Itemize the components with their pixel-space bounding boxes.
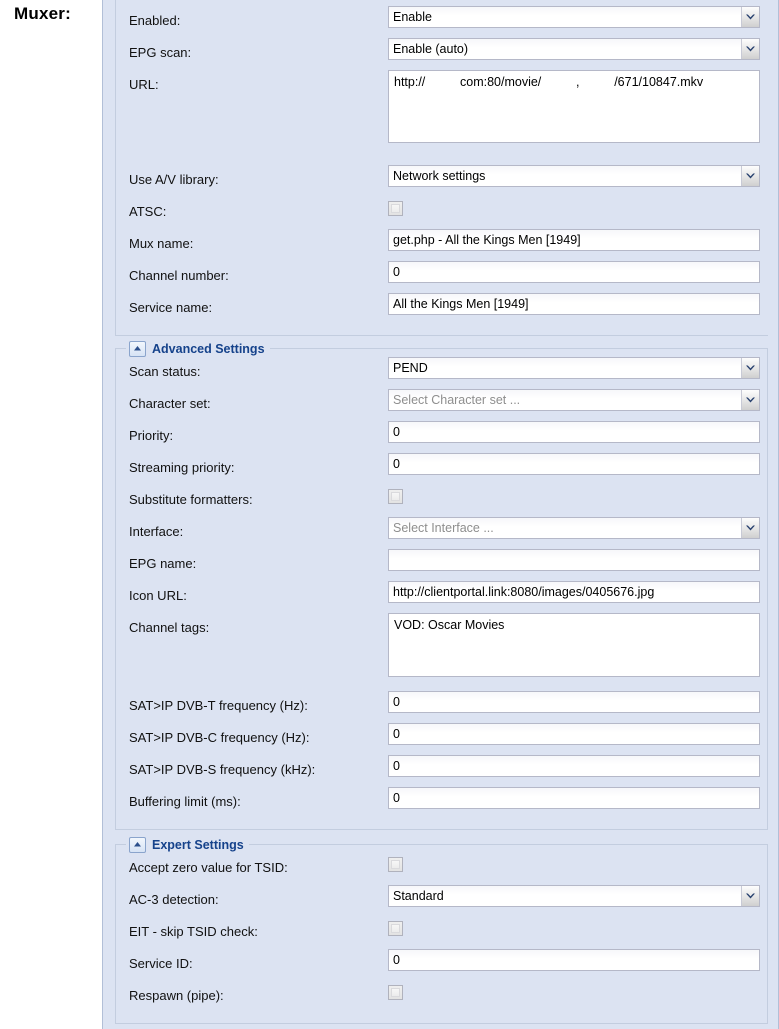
field-label: EIT - skip TSID check:	[129, 924, 258, 939]
field-label: Buffering limit (ms):	[129, 794, 241, 809]
chevron-up-icon[interactable]	[129, 836, 146, 853]
form-row: EIT - skip TSID check:	[116, 917, 767, 949]
chevron-down-icon[interactable]	[741, 39, 759, 59]
form-row: Interface: Select Interface ...	[116, 517, 767, 549]
field-label: EPG name:	[129, 556, 197, 571]
page-title: Muxer:	[14, 4, 71, 23]
text-input[interactable]: 0	[388, 723, 760, 745]
checkbox-field[interactable]	[388, 921, 403, 936]
field-label: Priority:	[129, 428, 174, 443]
field-label: Character set:	[129, 396, 211, 411]
field-label: Scan status:	[129, 364, 201, 379]
form-row: Accept zero value for TSID:	[116, 853, 767, 885]
muxer-config-screen: Muxer: Enabled: Enable EPG scan: Enable (au…	[0, 0, 779, 1029]
text-input[interactable]: All the Kings Men [1949]	[388, 293, 760, 315]
chevron-down-icon[interactable]	[741, 390, 759, 410]
form-row: Substitute formatters:	[116, 485, 767, 517]
field-label: Channel tags:	[129, 620, 210, 635]
field-label: EPG scan:	[129, 45, 192, 60]
text-input[interactable]: 0	[388, 949, 760, 971]
chevron-down-icon[interactable]	[741, 518, 759, 538]
expert-settings-fieldset: Expert Settings Accept zero value for TS…	[115, 835, 768, 1024]
checkbox-field[interactable]	[388, 857, 403, 872]
checkbox-field[interactable]	[388, 985, 403, 1000]
chevron-down-icon[interactable]	[741, 886, 759, 906]
form-row: Streaming priority: 0	[116, 453, 767, 485]
field-label: Use A/V library:	[129, 172, 219, 187]
textarea-input[interactable]: VOD: Oscar Movies	[388, 613, 760, 677]
chevron-up-icon[interactable]	[129, 340, 146, 357]
chevron-down-icon[interactable]	[741, 358, 759, 378]
form-row: SAT>IP DVB-C frequency (Hz): 0	[116, 723, 767, 755]
field-label: Interface:	[129, 524, 184, 539]
form-row: Character set: Select Character set ...	[116, 389, 767, 421]
field-label: SAT>IP DVB-S frequency (kHz):	[129, 762, 316, 777]
form-row: Scan status: PEND	[116, 357, 767, 389]
form-row: Use A/V library: Network settings	[116, 165, 768, 197]
form-row: SAT>IP DVB-T frequency (Hz): 0	[116, 691, 767, 723]
textarea-input[interactable]: http:// com:80/movie/ , /671/10847.mkv	[388, 70, 760, 143]
form-row: Channel number: 0	[116, 261, 768, 293]
form-row: Mux name: get.php - All the Kings Men [19…	[116, 229, 768, 261]
form-row: Priority: 0	[116, 421, 767, 453]
checkbox-field[interactable]	[388, 201, 403, 216]
select-field[interactable]: Select Character set ...	[388, 389, 760, 411]
advanced-settings-fieldset: Advanced Settings Scan status: PEND Charac…	[115, 339, 768, 830]
form-row: EPG scan: Enable (auto)	[116, 38, 768, 70]
basic-settings-fieldset: Enabled: Enable EPG scan: Enable (auto) URL:…	[115, 0, 768, 336]
field-label: SAT>IP DVB-T frequency (Hz):	[129, 698, 308, 713]
select-field[interactable]: Network settings	[388, 165, 760, 187]
text-input[interactable]: 0	[388, 755, 760, 777]
field-label: Service name:	[129, 300, 213, 315]
field-label: Streaming priority:	[129, 460, 235, 475]
form-row: AC-3 detection: Standard	[116, 885, 767, 917]
field-label: URL:	[129, 77, 159, 92]
field-label: Service ID:	[129, 956, 193, 971]
select-field[interactable]: Enable (auto)	[388, 38, 760, 60]
expert-settings-title: Expert Settings	[152, 837, 244, 852]
checkbox-field[interactable]	[388, 489, 403, 504]
field-label: Accept zero value for TSID:	[129, 860, 288, 875]
field-label: Icon URL:	[129, 588, 187, 603]
field-label: Respawn (pipe):	[129, 988, 224, 1003]
form-row: Icon URL: http://clientportal.link:8080/i…	[116, 581, 767, 613]
text-input[interactable]: http://clientportal.link:8080/images/040…	[388, 581, 760, 603]
form-row: Service name: All the Kings Men [1949]	[116, 293, 768, 325]
text-input[interactable]: 0	[388, 261, 760, 283]
advanced-settings-legend[interactable]: Advanced Settings	[126, 339, 270, 358]
form-row: URL: http:// com:80/movie/ , /671/10847.m…	[116, 70, 768, 165]
text-input[interactable]: 0	[388, 453, 760, 475]
field-label: AC-3 detection:	[129, 892, 219, 907]
text-input[interactable]: 0	[388, 787, 760, 809]
select-field[interactable]: PEND	[388, 357, 760, 379]
text-input[interactable]: get.php - All the Kings Men [1949]	[388, 229, 760, 251]
chevron-down-icon[interactable]	[741, 166, 759, 186]
field-label: Mux name:	[129, 236, 194, 251]
advanced-settings-title: Advanced Settings	[152, 341, 265, 356]
field-label: ATSC:	[129, 204, 167, 219]
text-input[interactable]	[388, 549, 760, 571]
select-field[interactable]: Standard	[388, 885, 760, 907]
form-row: Buffering limit (ms): 0	[116, 787, 767, 819]
select-field[interactable]: Select Interface ...	[388, 517, 760, 539]
text-input[interactable]: 0	[388, 421, 760, 443]
chevron-down-icon[interactable]	[741, 7, 759, 27]
field-label: Channel number:	[129, 268, 229, 283]
expert-settings-legend[interactable]: Expert Settings	[126, 835, 249, 854]
muxer-form-panel: Enabled: Enable EPG scan: Enable (auto) URL:…	[102, 0, 779, 1029]
form-row: SAT>IP DVB-S frequency (kHz): 0	[116, 755, 767, 787]
form-row: Service ID: 0	[116, 949, 767, 981]
field-label: Substitute formatters:	[129, 492, 253, 507]
form-row: Channel tags: VOD: Oscar Movies	[116, 613, 767, 691]
field-label: Enabled:	[129, 13, 181, 28]
form-row: EPG name:	[116, 549, 767, 581]
text-input[interactable]: 0	[388, 691, 760, 713]
form-row: Enabled: Enable	[116, 6, 768, 38]
field-label: SAT>IP DVB-C frequency (Hz):	[129, 730, 310, 745]
select-field[interactable]: Enable	[388, 6, 760, 28]
form-row: ATSC:	[116, 197, 768, 229]
form-row: Respawn (pipe):	[116, 981, 767, 1013]
